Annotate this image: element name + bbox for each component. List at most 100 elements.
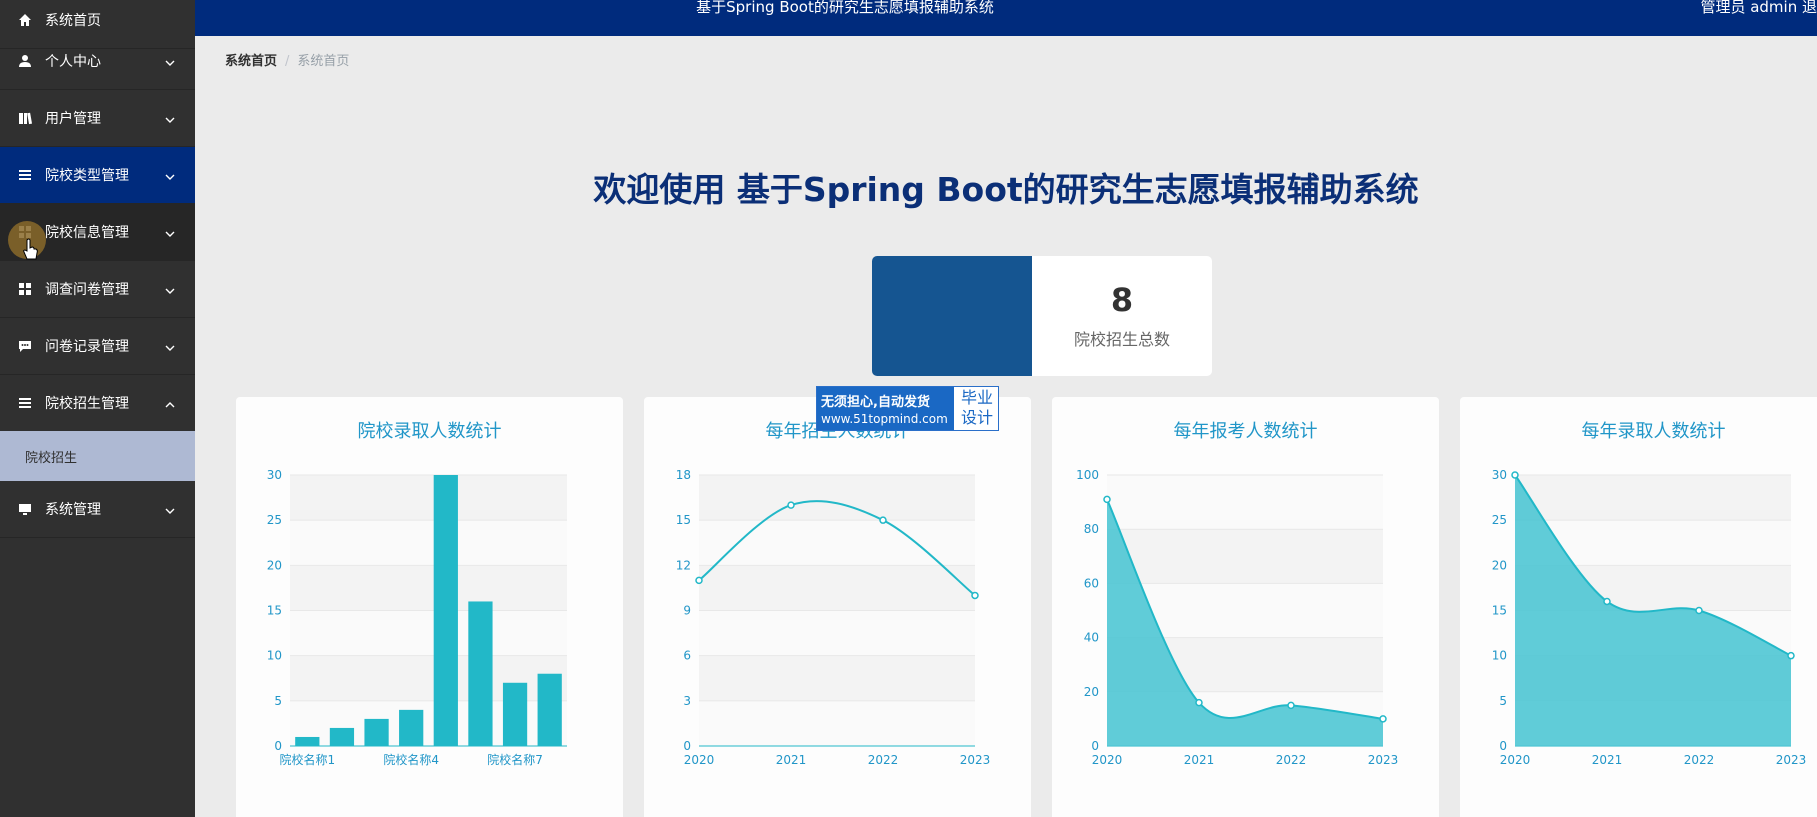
area-chart: 0 20 40 60 80 100 2020 2021 2022 2023 [1076, 468, 1398, 767]
grid-band [699, 565, 975, 611]
grid-band [699, 610, 975, 656]
monitor-icon [17, 501, 33, 517]
y-tick-label: 5 [1499, 694, 1507, 708]
y-tick-label: 0 [1499, 739, 1507, 753]
chevron-down-icon [165, 113, 175, 123]
top-header: 基于Spring Boot的研究生志愿填报辅助系统 管理员 admin 退 [195, 0, 1817, 36]
y-tick-label: 25 [267, 513, 282, 527]
sidebar-item[interactable]: 调查问卷管理 [0, 261, 195, 318]
breadcrumb-separator: / [285, 54, 290, 69]
y-tick-label: 30 [267, 468, 282, 482]
chevron-up-icon [165, 398, 175, 408]
y-tick-label: 100 [1076, 468, 1099, 482]
y-tick-label: 60 [1084, 576, 1099, 590]
sidebar-item-label: 用户管理 [45, 111, 101, 127]
data-point [1379, 715, 1387, 723]
y-tick-label: 15 [1492, 604, 1507, 618]
sidebar: 系统首页 个人中心 用户管理 院校类型管理 院校信息管理 调查问卷管理 问卷记录管理 院校招生… [0, 0, 195, 817]
grid-band [290, 565, 567, 611]
sidebar-item[interactable]: 系统管理 [0, 481, 195, 538]
sidebar-item[interactable]: 个人中心 [0, 33, 195, 90]
y-tick-label: 20 [1492, 558, 1507, 572]
bar [295, 736, 320, 746]
y-tick-label: 9 [683, 604, 691, 618]
y-tick-label: 18 [676, 468, 691, 482]
sidebar-item-label: 个人中心 [45, 54, 101, 70]
bar [468, 601, 493, 746]
data-point [1287, 701, 1295, 710]
header-title: 基于Spring Boot的研究生志愿填报辅助系统 [696, 0, 994, 16]
grid-band [1107, 529, 1383, 584]
x-tick-label: 2022 [1684, 753, 1715, 767]
y-tick-label: 6 [683, 649, 691, 663]
y-tick-label: 10 [1492, 649, 1507, 663]
stat-card-accent [872, 256, 1032, 376]
y-tick-label: 80 [1084, 522, 1099, 536]
breadcrumb-home[interactable]: 系统首页 [225, 54, 277, 69]
watermark-left: 无须担心,自动发货 www.51topmind.com [817, 387, 954, 430]
chevron-down-icon [165, 170, 175, 180]
book-icon [17, 110, 33, 126]
data-point [1511, 471, 1519, 479]
chevron-down-icon [165, 56, 175, 66]
breadcrumb-current: 系统首页 [297, 54, 350, 69]
data-point [971, 591, 979, 600]
sidebar-item-label: 院校信息管理 [45, 225, 129, 241]
data-point [695, 576, 703, 585]
data-point [1787, 651, 1795, 660]
list-icon [17, 395, 33, 411]
x-tick-label: 2020 [1092, 753, 1123, 767]
data-point [1195, 698, 1203, 707]
breadcrumb: 系统首页 / 系统首页 [225, 50, 349, 69]
hand-cursor-icon [22, 238, 40, 262]
x-tick-label: 2023 [960, 753, 991, 767]
bar [329, 727, 355, 746]
sidebar-item-label: 系统首页 [45, 13, 101, 29]
y-tick-label: 25 [1492, 513, 1507, 527]
list-icon [17, 167, 33, 183]
y-tick-label: 10 [267, 649, 282, 663]
welcome-title: 欢迎使用 基于Spring Boot的研究生志愿填报辅助系统 [593, 170, 1419, 209]
stat-label: 院校招生总数 [1073, 330, 1170, 349]
sidebar-item[interactable]: 用户管理 [0, 90, 195, 147]
sidebar-item[interactable]: 院校类型管理 [0, 147, 195, 204]
grid-band [1515, 475, 1791, 521]
sidebar-item[interactable]: 问卷记录管理 [0, 318, 195, 375]
data-point [879, 516, 887, 524]
x-tick-label: 2021 [1184, 753, 1215, 767]
data-point [1103, 495, 1111, 504]
chevron-down-icon [165, 341, 175, 351]
data-point [1603, 597, 1611, 606]
y-tick-label: 0 [1091, 739, 1099, 753]
grid-icon [17, 281, 33, 297]
stat-card: 8 院校招生总数 [872, 256, 1212, 376]
y-tick-label: 12 [676, 558, 691, 572]
y-tick-label: 40 [1084, 631, 1099, 645]
x-tick-label: 2022 [868, 753, 899, 767]
grid-band [699, 655, 975, 701]
data-point [787, 501, 795, 509]
y-tick-label: 30 [1492, 468, 1507, 482]
user-menu[interactable]: 管理员 admin 退 [1700, 0, 1817, 15]
chevron-down-icon [165, 504, 175, 514]
chevron-down-icon [165, 227, 175, 237]
y-tick-label: 5 [274, 694, 282, 708]
bar-chart: 0 5 10 15 20 25 30 院校名称1 院校名称4 院校名称7 [267, 468, 567, 767]
y-tick-label: 15 [267, 604, 282, 618]
x-tick-label: 2020 [684, 753, 715, 767]
grid-band [290, 610, 567, 656]
sidebar-subitem-admission[interactable]: 院校招生 [0, 431, 195, 481]
bar [433, 475, 458, 746]
chart-panel-3: 每年报考人数统计 0 20 40 60 80 100 2020 2021 2022 2023 [1052, 397, 1439, 817]
y-tick-label: 20 [267, 558, 282, 572]
bar [364, 718, 389, 746]
sidebar-item-label: 调查问卷管理 [45, 282, 129, 298]
stat-value: 8 [1110, 281, 1134, 319]
grid-band [699, 475, 975, 521]
sidebar-item[interactable]: 院校招生管理 [0, 375, 195, 432]
chat-icon [17, 338, 33, 354]
chart-panel-2: 每年招生人数统计 0 3 6 9 12 15 18 2020 2021 2022 2023 [644, 397, 1031, 817]
user-icon [17, 53, 33, 69]
watermark-ad: 无须担心,自动发货 www.51topmind.com 毕业设计 [816, 386, 999, 431]
grid-band [699, 700, 975, 746]
